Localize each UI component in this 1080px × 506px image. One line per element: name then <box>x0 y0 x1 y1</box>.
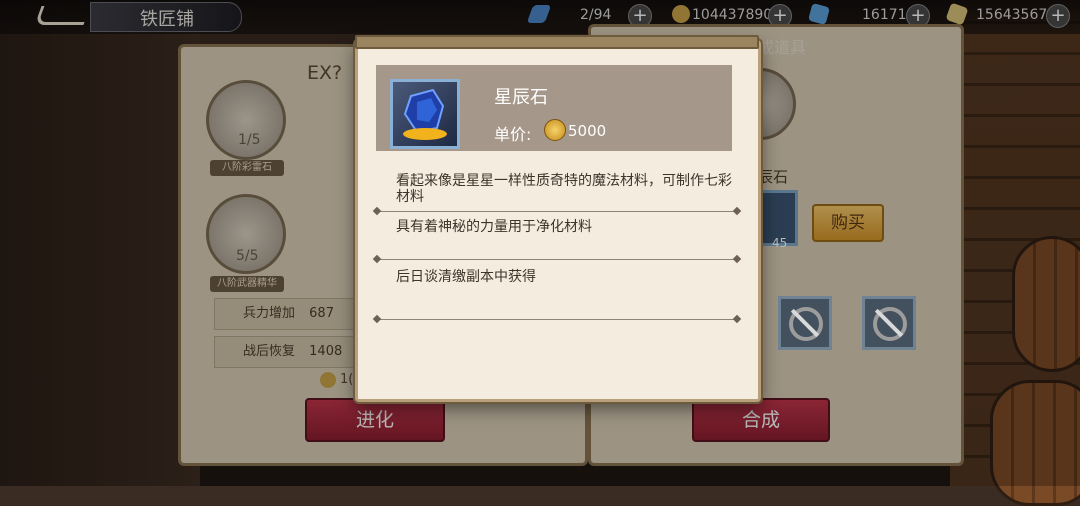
price-label: 单价: <box>494 125 532 144</box>
item-source: 后日谈清缴副本中获得 <box>396 269 536 285</box>
price-value: 5000 <box>568 122 607 140</box>
divider <box>376 319 738 320</box>
star-stone-icon <box>390 79 460 149</box>
gold-coin-icon <box>544 119 566 141</box>
item-description: 看起来像是星星一样性质奇特的魔法材料，可制作七彩材料 <box>396 173 732 205</box>
tooltip-top-rail <box>355 35 759 49</box>
item-effect: 具有着神秘的力量用于净化材料 <box>396 219 592 235</box>
tooltip-header: 星辰石 单价: 5000 <box>376 65 732 151</box>
item-name: 星辰石 <box>494 87 548 108</box>
item-tooltip: 星辰石 单价: 5000 看起来像是星星一样性质奇特的魔法材料，可制作七彩材料 … <box>355 35 761 402</box>
divider <box>376 211 738 212</box>
divider <box>376 259 738 260</box>
